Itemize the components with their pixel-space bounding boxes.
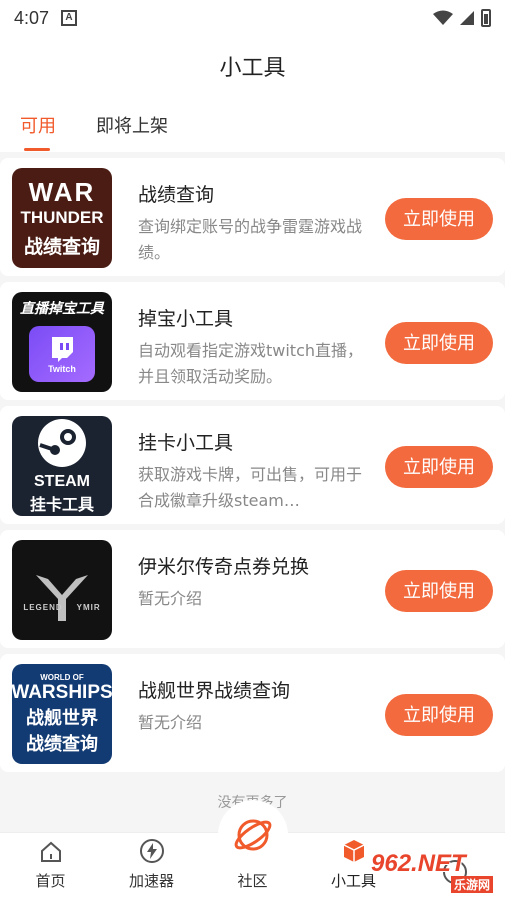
thumb-text: LEGEND (23, 602, 63, 612)
status-indicators (433, 9, 491, 27)
nav-label: 小工具 (330, 872, 376, 890)
use-now-button[interactable]: 立即使用 (385, 198, 493, 240)
thumb-text: STEAM (34, 473, 90, 490)
nav-accelerator[interactable]: 加速器 (101, 833, 202, 899)
app-screen: 4:07 A 小工具 可用 即将上架 WAR THUNDER 战绩查询 战绩查询… (0, 0, 505, 899)
wifi-icon (433, 10, 453, 25)
thumb-text: YMIR (76, 602, 101, 612)
tab-active-indicator (24, 148, 50, 151)
list-item[interactable]: WORLD OF WARSHIPS 战舰世界 战绩查询 战舰世界战绩查询 暂无介… (0, 654, 505, 772)
use-now-button[interactable]: 立即使用 (385, 570, 493, 612)
watermark-subtext: 乐游网 (450, 876, 493, 893)
thumb-text: WARSHIPS (12, 681, 112, 703)
battery-icon (481, 9, 491, 27)
list-item[interactable]: LEGEND YMIR 伊米尔传奇点券兑换 暂无介绍 立即使用 (0, 530, 505, 648)
tool-description: 暂无介绍 (138, 713, 203, 732)
use-now-button[interactable]: 立即使用 (385, 446, 493, 488)
page-title: 小工具 (219, 56, 286, 81)
status-time: 4:07 (14, 7, 50, 28)
list-item[interactable]: WAR THUNDER 战绩查询 战绩查询 查询绑定账号的战争雷霆游戏战绩。 立… (0, 158, 505, 276)
thumb-text: WORLD OF (40, 672, 84, 682)
tool-description: 获取游戏卡牌，可出售，可用于合成徽章升级steam… (138, 465, 363, 510)
tab-coming-soon[interactable]: 即将上架 (96, 112, 168, 138)
signal-icon (460, 11, 474, 25)
tool-description: 查询绑定账号的战争雷霆游戏战绩。 (138, 217, 363, 262)
nav-label: 加速器 (128, 872, 174, 890)
watermark-text: 962.NET (371, 850, 466, 877)
tab-available[interactable]: 可用 (20, 112, 56, 151)
tab-label: 即将上架 (96, 116, 168, 137)
tab-label: 可用 (20, 116, 56, 137)
home-icon (40, 841, 61, 862)
tool-title: 战舰世界战绩查询 (138, 680, 291, 702)
thumb-text: 战绩查询 (23, 236, 100, 258)
tool-description: 暂无介绍 (138, 589, 203, 608)
tool-title: 掉宝小工具 (138, 308, 234, 330)
nav-label: 首页 (35, 872, 66, 890)
planet-icon (234, 819, 272, 851)
tool-title: 战绩查询 (138, 184, 215, 206)
use-now-button[interactable]: 立即使用 (385, 322, 493, 364)
tool-title: 挂卡小工具 (138, 432, 234, 454)
tool-list: WAR THUNDER 战绩查询 战绩查询 查询绑定账号的战争雷霆游戏战绩。 立… (0, 152, 505, 772)
legend-of-ymir-thumbnail: LEGEND YMIR (12, 540, 112, 640)
list-item[interactable]: STEAM 挂卡工具 挂卡小工具 获取游戏卡牌，可出售，可用于合成徽章升级ste… (0, 406, 505, 524)
tool-title: 伊米尔传奇点券兑换 (138, 556, 310, 578)
header: 小工具 可用 即将上架 (0, 36, 505, 152)
war-thunder-thumbnail: WAR THUNDER 战绩查询 (12, 168, 112, 268)
thumb-text: 战绩查询 (26, 733, 98, 755)
thumb-text: 直播掉宝工具 (20, 301, 104, 317)
thumb-text: 战舰世界 (26, 707, 98, 729)
thumb-text: Twitch (48, 364, 76, 374)
list-item[interactable]: 直播掉宝工具 Twitch 掉宝小工具 自动观看指定游戏twitch直播，并且领… (0, 282, 505, 400)
nav-label: 社区 (237, 872, 268, 890)
steam-logo-icon (38, 419, 86, 467)
nav-home[interactable]: 首页 (0, 833, 101, 899)
steam-idle-thumbnail: STEAM 挂卡工具 (12, 416, 112, 516)
bolt-icon (139, 839, 164, 863)
community-center-button[interactable] (218, 800, 288, 870)
thumb-text: THUNDER (20, 208, 104, 227)
app-notification-icon: A (61, 10, 78, 26)
thumb-text: 挂卡工具 (29, 495, 94, 514)
use-now-button[interactable]: 立即使用 (385, 694, 493, 736)
twitch-drops-thumbnail: 直播掉宝工具 Twitch (12, 292, 112, 392)
twitch-logo-icon: Twitch (29, 326, 95, 382)
site-watermark: 962.NET 乐游网 (371, 850, 499, 894)
tool-description: 自动观看指定游戏twitch直播，并且领取活动奖励。 (138, 341, 364, 386)
tab-bar: 可用 即将上架 (20, 112, 168, 151)
cube-icon (343, 840, 364, 862)
ymir-logo-icon (36, 574, 88, 621)
status-bar: 4:07 A (0, 0, 505, 36)
thumb-text: WAR (28, 177, 96, 207)
world-of-warships-thumbnail: WORLD OF WARSHIPS 战舰世界 战绩查询 (12, 664, 112, 764)
